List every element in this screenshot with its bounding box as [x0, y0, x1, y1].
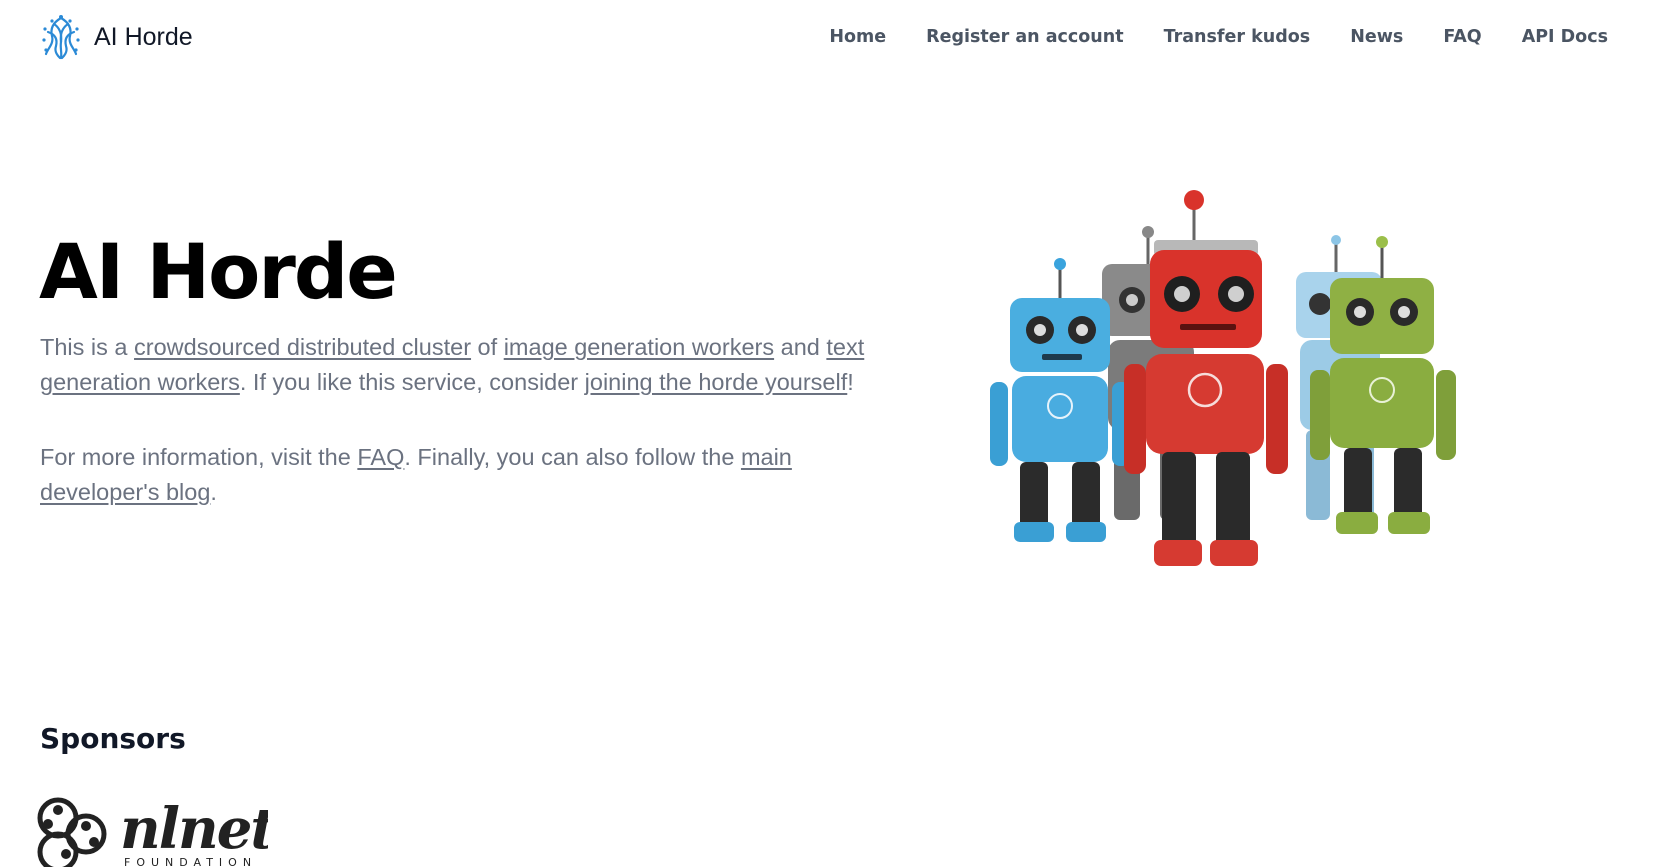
intro-text: of	[471, 334, 504, 360]
info-text: . Finally, you can also follow the	[404, 444, 741, 470]
hero-title: AI Horde	[39, 227, 398, 316]
site-header: AI Horde Home Register an account Transf…	[0, 0, 1660, 76]
horde-logo-icon	[42, 15, 80, 60]
nav-transfer-kudos[interactable]: Transfer kudos	[1164, 24, 1311, 50]
info-text: For more information, visit the	[40, 444, 358, 470]
robots-illustration	[990, 190, 1456, 566]
nlnet-logo-icon	[37, 797, 107, 867]
sponsor-nlnet-subtitle: FOUNDATION	[124, 856, 258, 867]
hero-intro-paragraph: This is a crowdsourced distributed clust…	[40, 330, 900, 400]
info-text: .	[210, 479, 217, 505]
sponsors-heading: Sponsors	[40, 722, 186, 755]
nav-api-docs[interactable]: API Docs	[1522, 24, 1608, 50]
link-join-horde[interactable]: joining the horde yourself	[585, 369, 848, 395]
nav-news[interactable]: News	[1350, 24, 1403, 50]
hero-info-paragraph: For more information, visit the FAQ. Fin…	[40, 440, 840, 510]
intro-text: !	[847, 369, 854, 395]
brand-name: AI Horde	[94, 22, 193, 51]
nav-register[interactable]: Register an account	[926, 24, 1123, 50]
nav-home[interactable]: Home	[829, 24, 886, 50]
intro-text: . If you like this service, consider	[239, 369, 585, 395]
main-nav: Home Register an account Transfer kudos …	[829, 24, 1608, 50]
link-faq[interactable]: FAQ	[357, 444, 404, 470]
link-image-workers[interactable]: image generation workers	[504, 334, 774, 360]
link-crowdsourced-cluster[interactable]: crowdsourced distributed cluster	[134, 334, 471, 360]
brand-link[interactable]: AI Horde	[40, 14, 193, 60]
intro-text: and	[774, 334, 827, 360]
sponsor-nlnet-logo[interactable]: nlnet FOUNDATION	[28, 790, 268, 867]
sponsor-nlnet-name: nlnet	[120, 796, 268, 862]
nav-faq[interactable]: FAQ	[1443, 24, 1481, 50]
intro-text: This is a	[40, 334, 135, 360]
